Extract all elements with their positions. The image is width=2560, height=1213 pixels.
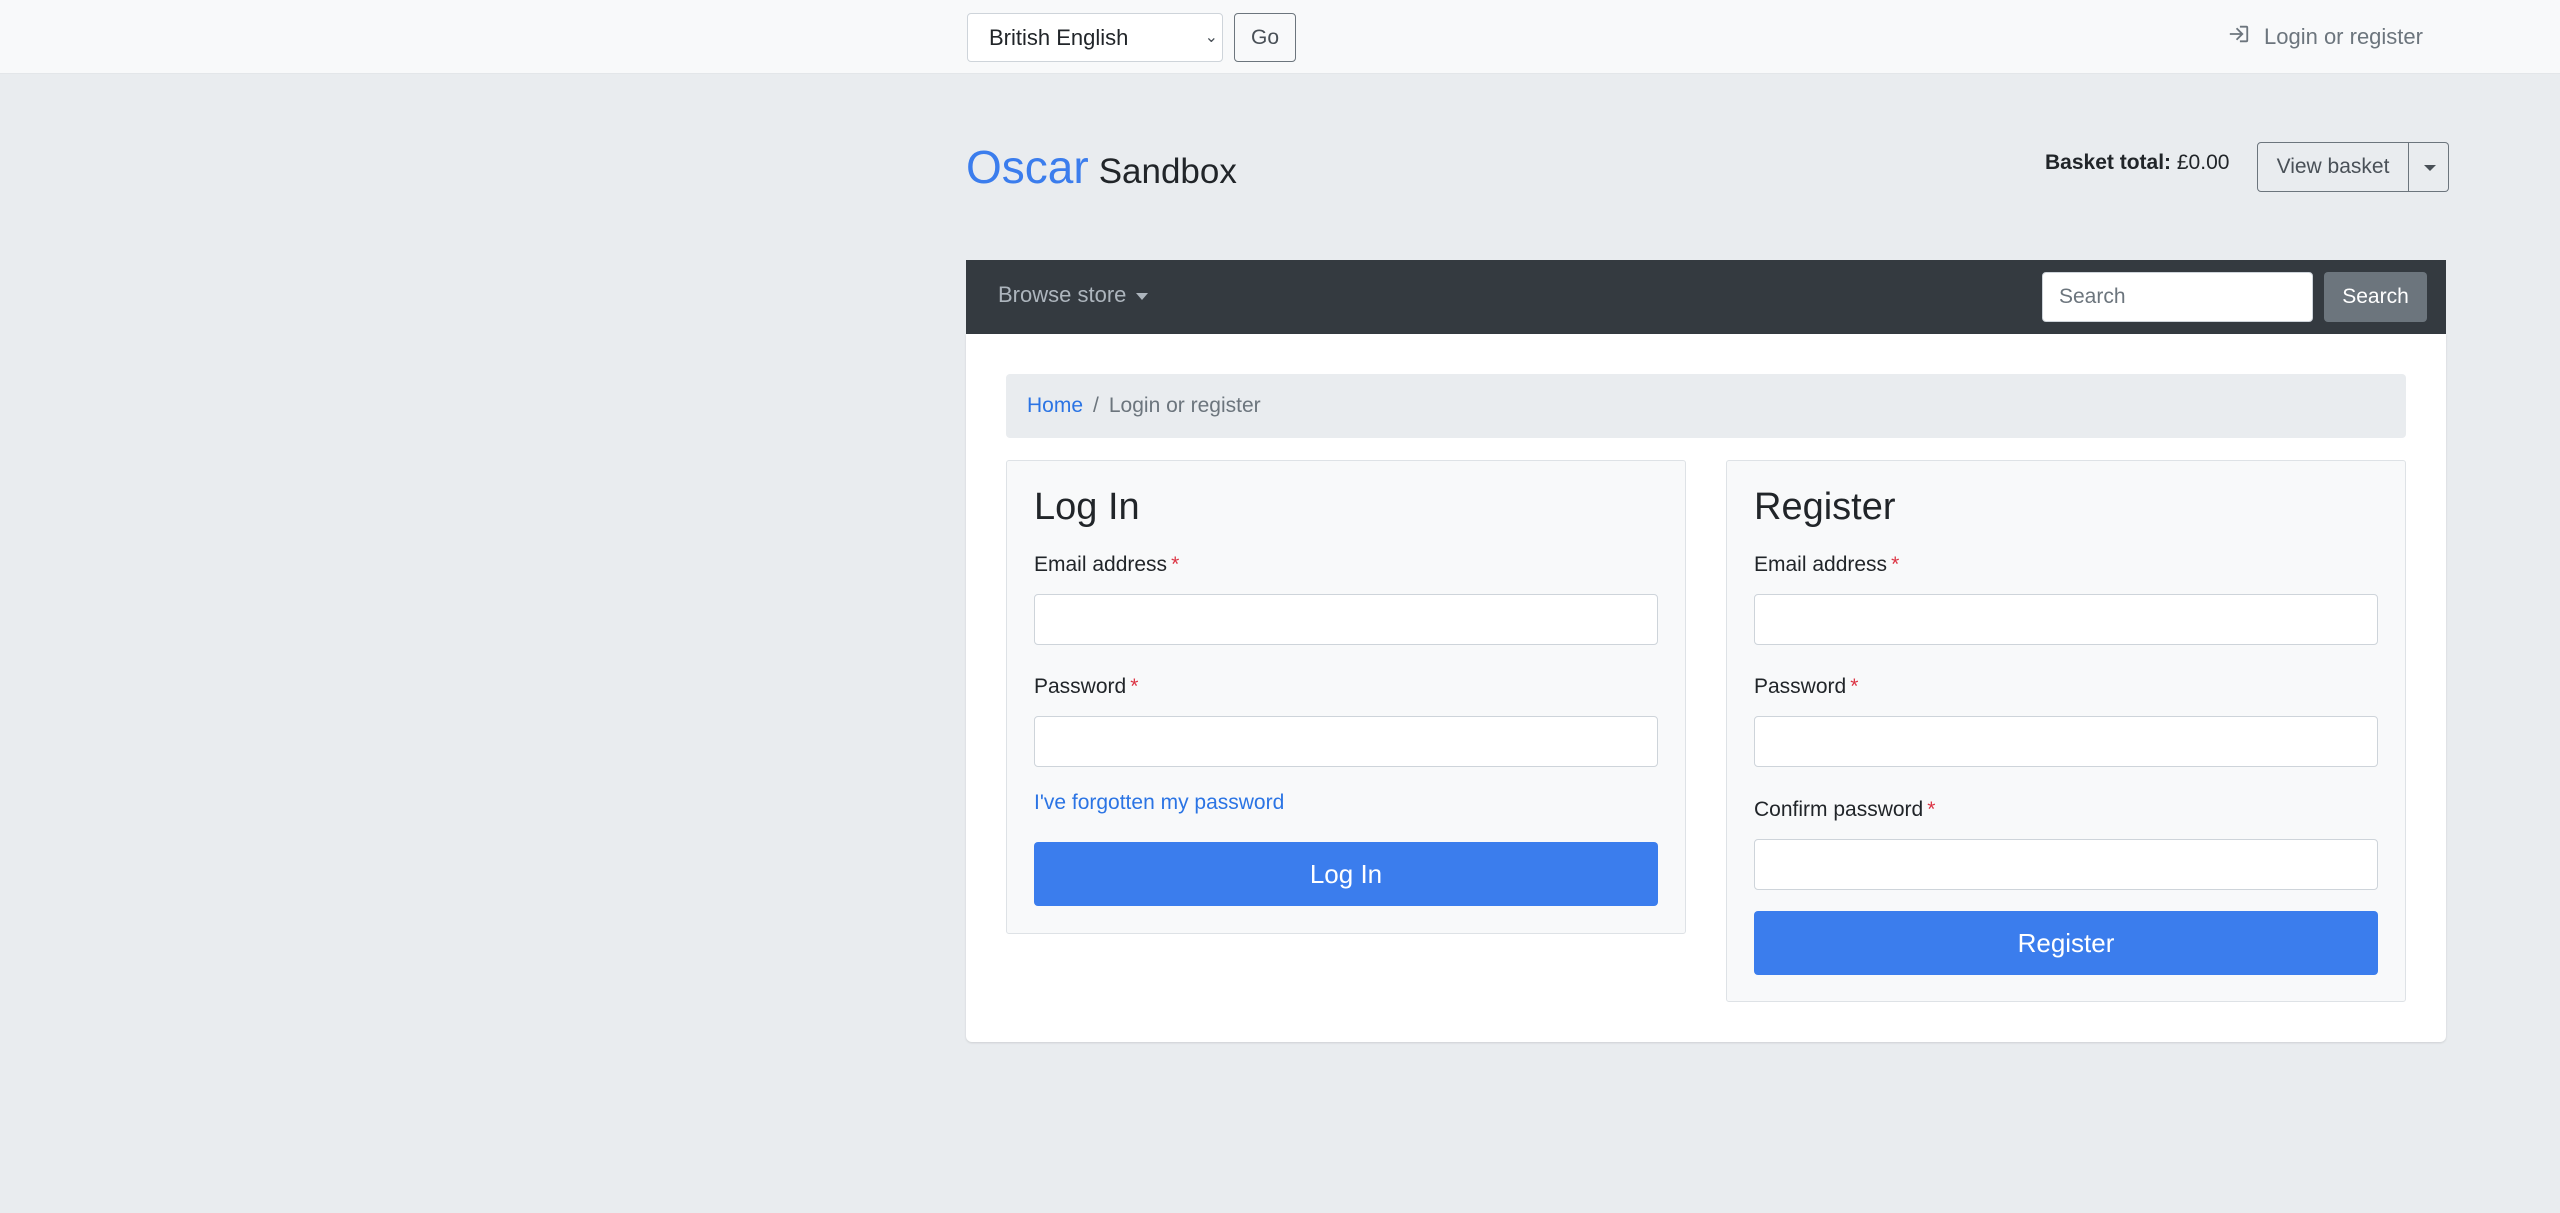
browse-store-menu[interactable]: Browse store xyxy=(998,282,1149,308)
breadcrumb: Home / Login or register xyxy=(1006,374,2406,438)
login-email-label-text: Email address xyxy=(1034,553,1168,576)
forgot-password-link[interactable]: I've forgotten my password xyxy=(1034,791,1284,815)
top-bar: British English ⌄ Go Login or register xyxy=(0,0,2560,74)
chevron-down-icon: ⌄ xyxy=(1204,29,1218,46)
basket-total: Basket total: £0.00 xyxy=(2045,151,2229,175)
register-email-field[interactable] xyxy=(1754,594,2378,645)
site-brand[interactable]: Oscar Sandbox xyxy=(966,140,1237,200)
basket-dropdown-toggle[interactable] xyxy=(2409,142,2449,192)
content-panel: Home / Login or register Log In Email addr… xyxy=(966,334,2446,1042)
required-mark: * xyxy=(1891,553,1900,576)
register-confirm-label: Confirm password * xyxy=(1754,798,1935,822)
register-confirm-label-text: Confirm password xyxy=(1754,798,1924,821)
sign-in-icon xyxy=(2228,23,2250,51)
browse-store-label: Browse store xyxy=(998,282,1127,307)
brand-sandbox: Sandbox xyxy=(1098,152,1237,191)
login-password-field[interactable] xyxy=(1034,716,1658,767)
language-select[interactable]: British English ⌄ xyxy=(967,13,1223,62)
login-password-label: Password * xyxy=(1034,675,1138,699)
register-email-label: Email address * xyxy=(1754,553,1899,577)
brand-oscar: Oscar xyxy=(966,141,1089,193)
view-basket-button[interactable]: View basket xyxy=(2257,142,2409,192)
basket-total-label: Basket total: xyxy=(2045,151,2172,174)
login-email-label: Email address * xyxy=(1034,553,1179,577)
main-navbar: Browse store Search Search xyxy=(966,260,2446,334)
required-mark: * xyxy=(1850,675,1859,698)
register-card: Register Email address * Password * Confir… xyxy=(1726,460,2406,1002)
register-password-field[interactable] xyxy=(1754,716,2378,767)
login-card: Log In Email address * Password * I've for… xyxy=(1006,460,1686,934)
required-mark: * xyxy=(1927,798,1936,821)
basket-total-value: £0.00 xyxy=(2176,151,2230,174)
login-register-label: Login or register xyxy=(2264,24,2423,49)
breadcrumb-separator: / xyxy=(1093,394,1099,417)
login-email-field[interactable] xyxy=(1034,594,1658,645)
basket-button-group: View basket xyxy=(2257,142,2449,192)
register-title: Register xyxy=(1754,486,1896,528)
go-button[interactable]: Go xyxy=(1234,13,1296,62)
register-password-label: Password * xyxy=(1754,675,1858,699)
register-button[interactable]: Register xyxy=(1754,911,2378,975)
login-password-label-text: Password xyxy=(1034,675,1127,698)
breadcrumb-home[interactable]: Home xyxy=(1027,394,1083,417)
login-register-link[interactable]: Login or register xyxy=(2228,22,2423,52)
required-mark: * xyxy=(1130,675,1139,698)
register-email-label-text: Email address xyxy=(1754,553,1888,576)
language-select-value: British English xyxy=(989,25,1129,50)
register-password-label-text: Password xyxy=(1754,675,1847,698)
login-button[interactable]: Log In xyxy=(1034,842,1658,906)
required-mark: * xyxy=(1171,553,1180,576)
login-title: Log In xyxy=(1034,486,1140,528)
search-button[interactable]: Search xyxy=(2324,272,2427,322)
caret-down-icon xyxy=(1136,292,1149,300)
search-input[interactable]: Search xyxy=(2042,272,2313,322)
breadcrumb-current: Login or register xyxy=(1108,394,1261,417)
register-confirm-password-field[interactable] xyxy=(1754,839,2378,890)
